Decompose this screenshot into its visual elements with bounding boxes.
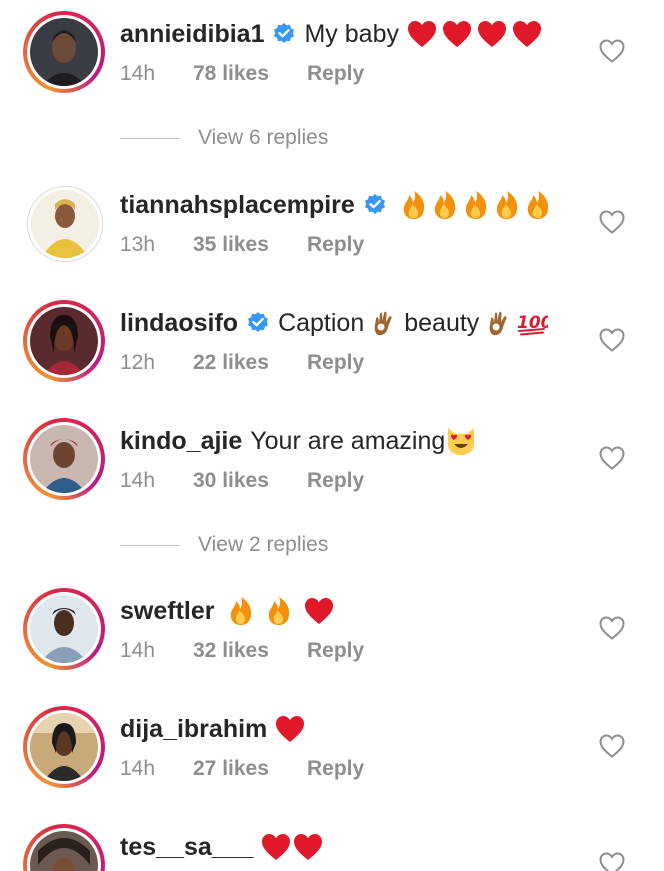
comment-text: Your are amazing (250, 427, 446, 455)
comment-item: dija_ibrahim 14h 27 likes Reply (0, 695, 664, 795)
comment-item: lindaosifo Caption beauty 100 12h 22 like… (0, 289, 664, 389)
view-replies-button[interactable]: View 2 replies (120, 530, 328, 560)
ok-hand-emoji-icon (489, 311, 507, 336)
comment-likes[interactable]: 22 likes (193, 348, 307, 378)
avatar (30, 831, 98, 871)
fire-emoji-icon (231, 597, 252, 625)
like-heart-icon[interactable] (598, 326, 626, 354)
red-heart-emoji-icon (262, 834, 291, 860)
like-heart-icon[interactable] (598, 850, 626, 871)
avatar (30, 307, 98, 375)
avatar (30, 595, 98, 663)
hundred-points-emoji-icon: 100 (517, 313, 548, 336)
avatar (30, 18, 98, 86)
red-heart-emoji-icon (305, 598, 334, 624)
like-heart-icon[interactable] (598, 732, 626, 760)
comment-likes[interactable]: 27 likes (193, 754, 307, 784)
like-heart-icon[interactable] (598, 444, 626, 472)
reply-button[interactable]: Reply (307, 348, 364, 378)
fire-emoji-icon (269, 597, 290, 625)
red-heart-emoji-icon (442, 21, 471, 47)
view-replies-button[interactable]: View 6 replies (120, 123, 328, 153)
like-heart-icon[interactable] (598, 614, 626, 642)
reply-button[interactable]: Reply (307, 466, 364, 496)
comment-emojis (261, 833, 323, 861)
fire-emoji-icon (434, 191, 455, 219)
comment-likes[interactable]: 30 likes (193, 466, 307, 496)
avatar-story-ring[interactable] (23, 706, 105, 788)
comment-likes[interactable]: 35 likes (193, 230, 307, 260)
comment-emojis (401, 190, 551, 220)
avatar-story-ring[interactable] (23, 588, 105, 670)
comment-emojis (407, 20, 542, 48)
avatar (30, 713, 98, 781)
view-replies-label: View 6 replies (198, 126, 329, 149)
comment-item: sweftler 14h 32 likes Reply (0, 577, 664, 677)
reply-button[interactable]: Reply (307, 230, 364, 260)
comment-item: tiannahsplacempire 13h 35 likes Reply (0, 171, 664, 271)
comment-emojis (275, 715, 305, 743)
comment-item: annieidibia1 My baby 14h 78 likes Reply (0, 0, 664, 100)
verified-badge-icon (364, 194, 385, 214)
reply-button[interactable]: Reply (307, 636, 364, 666)
red-heart-emoji-icon (512, 21, 541, 47)
avatar (30, 425, 98, 493)
heart-eyes-cat-emoji-icon (448, 428, 475, 455)
comment-username[interactable]: dija_ibrahim (120, 712, 267, 746)
avatar-story-ring[interactable] (23, 300, 105, 382)
ok-hand-emoji-icon (374, 311, 392, 336)
comment-likes[interactable]: 32 likes (193, 636, 307, 666)
red-heart-emoji-icon (407, 21, 436, 47)
comment-username[interactable]: lindaosifo (120, 306, 238, 340)
reply-button[interactable]: Reply (307, 754, 364, 784)
comment-time: 12h (120, 351, 156, 374)
reply-button[interactable]: Reply (307, 59, 364, 89)
verified-badge-icon (274, 23, 295, 43)
fire-emoji-icon (403, 191, 424, 219)
comment-text-2: beauty (404, 309, 480, 337)
comment-username[interactable]: kindo_ajie (120, 424, 242, 458)
avatar-container[interactable] (27, 186, 103, 262)
comment-likes[interactable]: 78 likes (193, 59, 307, 89)
comment-username[interactable]: tiannahsplacempire (120, 188, 355, 222)
verified-badge-icon (248, 312, 269, 332)
red-heart-emoji-icon (477, 21, 506, 47)
comments-list: annieidibia1 My baby 14h 78 likes Reply Vi… (0, 0, 664, 871)
comment-time: 14h (120, 757, 156, 780)
avatar-story-ring[interactable] (23, 418, 105, 500)
divider-line (120, 544, 180, 546)
avatar (31, 190, 99, 258)
comment-emojis: 100 (487, 309, 548, 337)
fire-emoji-icon (465, 191, 486, 219)
fire-emoji-icon (527, 191, 548, 219)
comment-item: kindo_ajie Your are amazing 14h 30 likes R… (0, 407, 664, 507)
comment-username[interactable]: tes__sa___ (120, 830, 253, 864)
comment-text: Caption (278, 309, 365, 337)
like-heart-icon[interactable] (598, 208, 626, 236)
comment-text: My baby (304, 20, 399, 48)
comment-time: 13h (120, 233, 156, 256)
red-heart-emoji-icon (294, 834, 323, 860)
comment-username[interactable]: annieidibia1 (120, 17, 264, 51)
avatar-story-ring[interactable] (23, 11, 105, 93)
comment-time: 14h (120, 639, 156, 662)
comment-time: 14h (120, 469, 156, 492)
red-heart-emoji-icon (276, 716, 305, 742)
comment-emojis (228, 596, 334, 626)
comment-item: tes__sa___ (0, 813, 664, 871)
like-heart-icon[interactable] (598, 37, 626, 65)
comment-time: 14h (120, 62, 156, 85)
view-replies-label: View 2 replies (198, 533, 329, 556)
fire-emoji-icon (496, 191, 517, 219)
avatar-story-ring[interactable] (23, 824, 105, 871)
comment-username[interactable]: sweftler (120, 594, 214, 628)
divider-line (120, 137, 180, 139)
